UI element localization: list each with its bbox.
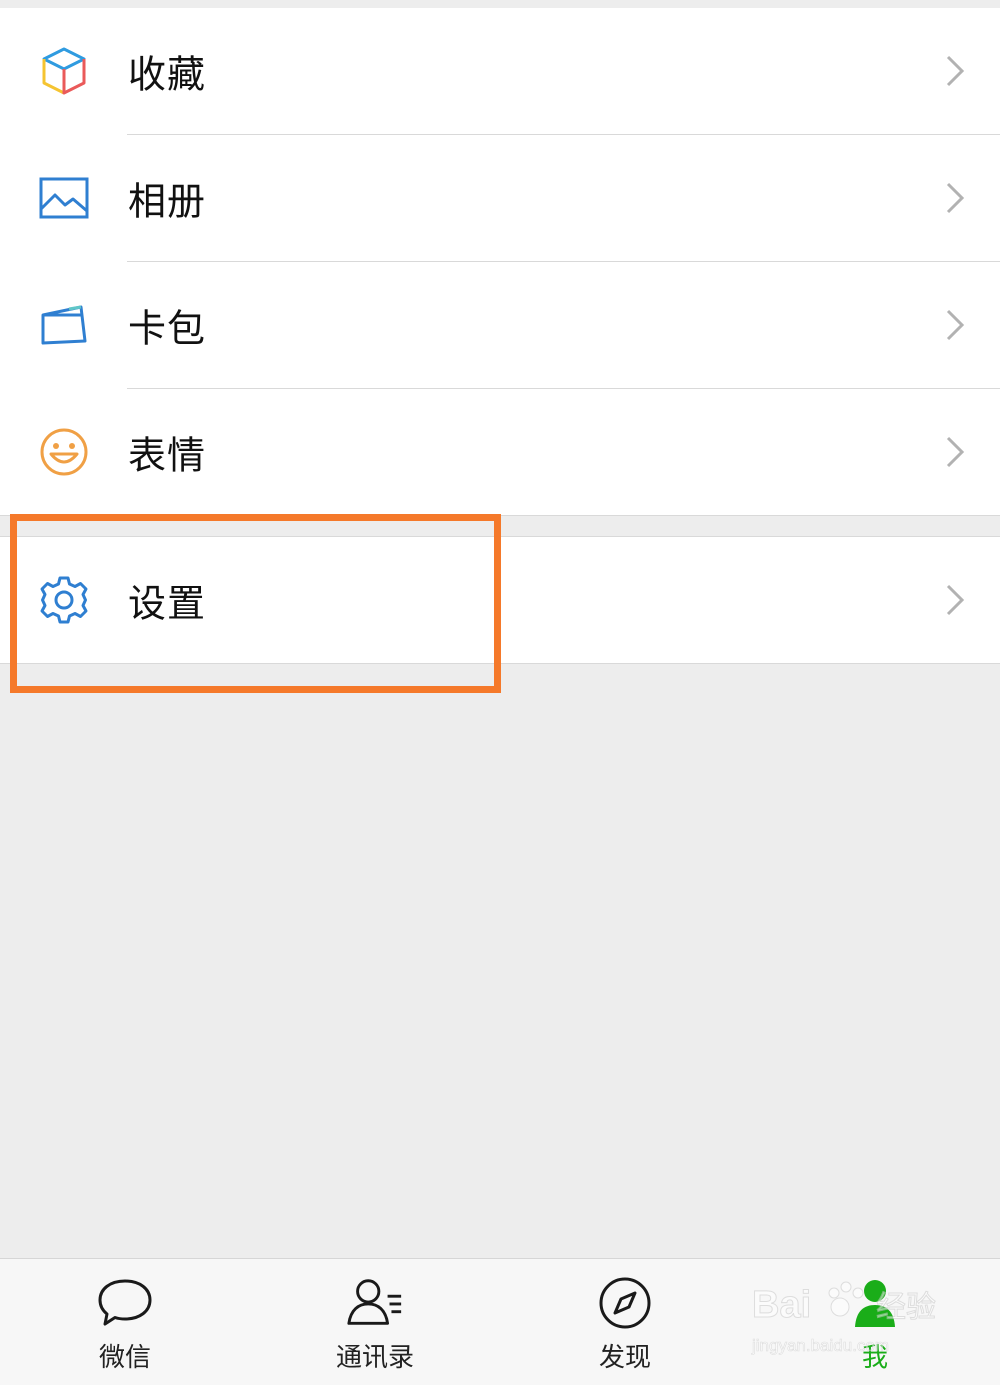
menu-item-album[interactable]: 相册 [0, 135, 1000, 261]
menu-item-label: 设置 [128, 581, 207, 626]
chevron-right-icon [944, 435, 966, 469]
menu-item-stickers[interactable]: 表情 [0, 389, 1000, 515]
chevron-right-icon [944, 308, 966, 342]
tab-label: 我 [861, 1343, 888, 1373]
menu-group-main: 收藏 相册 卡包 表情 [0, 8, 1000, 515]
menu-group-settings: 设置 [0, 537, 1000, 663]
tab-discover[interactable]: 发现 [500, 1259, 750, 1385]
chevron-right-icon [944, 54, 966, 88]
album-picture-icon [36, 170, 92, 226]
menu-item-label: 表情 [128, 433, 207, 478]
chevron-right-icon [944, 181, 966, 215]
menu-item-favorites[interactable]: 收藏 [0, 8, 1000, 134]
tab-label: 微信 [98, 1343, 151, 1373]
chat-bubble-icon [95, 1275, 155, 1331]
menu-item-settings[interactable]: 设置 [0, 537, 1000, 663]
me-person-icon [845, 1275, 905, 1331]
sticker-smiley-icon [36, 424, 92, 480]
divider [0, 663, 1000, 664]
chevron-right-icon [944, 583, 966, 617]
menu-item-label: 收藏 [128, 52, 207, 97]
compass-icon [595, 1275, 655, 1331]
favorites-cube-icon [36, 43, 92, 99]
tab-label: 通讯录 [335, 1343, 414, 1373]
card-wallet-icon [36, 297, 92, 353]
tab-me[interactable]: 我 [750, 1259, 1000, 1385]
contacts-icon [345, 1275, 405, 1331]
section-separator [0, 515, 1000, 537]
tab-chats[interactable]: 微信 [0, 1259, 250, 1385]
top-spacer [0, 0, 1000, 8]
bottom-tab-bar: 微信 通讯录 发现 我 [0, 1258, 1000, 1385]
menu-item-label: 相册 [128, 179, 207, 224]
menu-item-card-wallet[interactable]: 卡包 [0, 262, 1000, 388]
tab-contacts[interactable]: 通讯录 [250, 1259, 500, 1385]
menu-item-label: 卡包 [128, 306, 207, 351]
tab-label: 发现 [598, 1343, 651, 1373]
settings-gear-icon [36, 572, 92, 628]
